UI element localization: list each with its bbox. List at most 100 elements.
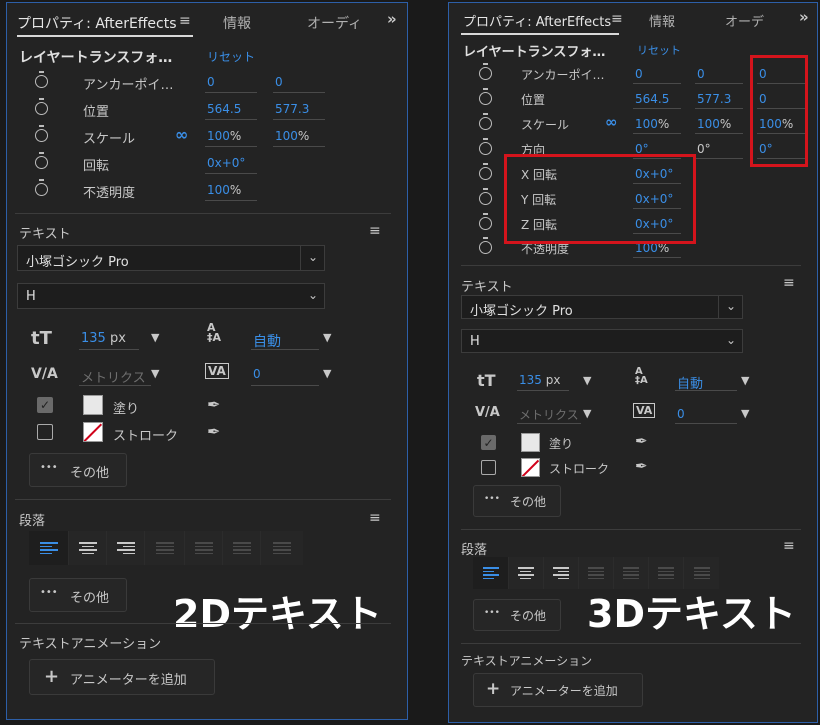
panel-overflow-icon[interactable]: » — [387, 10, 397, 28]
stroke-checkbox[interactable] — [481, 460, 496, 475]
justify-last-center-button[interactable] — [185, 531, 223, 565]
font-size-value[interactable]: 135 px — [519, 373, 560, 387]
justify-all-button[interactable] — [261, 531, 303, 565]
align-center-button[interactable] — [509, 557, 544, 589]
anchor-point-y[interactable]: 0 — [275, 75, 283, 89]
stopwatch-icon[interactable] — [479, 237, 492, 254]
paragraph-section-menu-icon[interactable]: ≡ — [783, 538, 795, 554]
scale-x[interactable]: 100% — [207, 129, 241, 143]
dropdown-triangle-icon[interactable]: ▼ — [741, 374, 749, 387]
stopwatch-icon[interactable] — [479, 213, 492, 230]
stroke-checkbox[interactable] — [37, 424, 53, 440]
eyedropper-icon[interactable]: ✒ — [207, 422, 220, 441]
tab-audio[interactable]: オーデ — [725, 11, 764, 30]
paragraph-section-title: 段落 — [19, 514, 46, 529]
tab-info[interactable]: 情報 — [223, 13, 251, 33]
position-x[interactable]: 564.5 — [635, 92, 669, 106]
fill-checkbox[interactable]: ✓ — [481, 435, 496, 450]
kerning-value[interactable]: メトリクス — [81, 367, 151, 386]
eyedropper-icon[interactable]: ✒ — [635, 457, 648, 475]
stopwatch-icon[interactable] — [479, 113, 492, 130]
link-icon[interactable]: ∞ — [605, 113, 618, 131]
tab-info[interactable]: 情報 — [649, 11, 675, 30]
font-size-value[interactable]: 135 px — [81, 331, 126, 346]
align-center-icon — [518, 565, 534, 581]
opacity-value[interactable]: 100% — [207, 183, 241, 197]
scale-y[interactable]: 100% — [275, 129, 309, 143]
dropdown-triangle-icon[interactable]: ▼ — [151, 331, 159, 344]
transform-section-title: レイヤートランスフォ… — [463, 45, 606, 60]
text-more-button[interactable]: ••• その他 — [29, 453, 127, 487]
paragraph-section-menu-icon[interactable]: ≡ — [369, 510, 381, 526]
dropdown-triangle-icon[interactable]: ▼ — [583, 374, 591, 387]
panel-overflow-icon[interactable]: » — [799, 8, 809, 26]
dropdown-triangle-icon[interactable]: ▼ — [583, 407, 591, 420]
eyedropper-icon[interactable]: ✒ — [635, 432, 648, 450]
link-icon[interactable]: ∞ — [175, 125, 188, 144]
fill-swatch[interactable] — [521, 433, 540, 452]
scale-y[interactable]: 100% — [697, 117, 731, 131]
add-animator-label: アニメーターを追加 — [70, 673, 187, 688]
orientation-y[interactable]: 0° — [697, 142, 711, 156]
font-style-dropdown[interactable]: H ⌄ — [461, 329, 743, 353]
tab-properties[interactable]: プロパティ: AfterEffects — [17, 13, 177, 33]
anchor-point-x[interactable]: 0 — [635, 67, 643, 81]
align-right-button[interactable] — [544, 557, 579, 589]
stopwatch-icon[interactable] — [35, 125, 48, 142]
text-section-menu-icon[interactable]: ≡ — [783, 275, 795, 291]
fill-swatch[interactable] — [83, 395, 103, 415]
justify-last-left-button[interactable] — [145, 531, 185, 565]
justify-all-icon — [273, 540, 291, 556]
tracking-value[interactable]: 0 — [677, 407, 685, 421]
anchor-point-y[interactable]: 0 — [697, 67, 705, 81]
chevron-down-icon: ⌄ — [725, 333, 736, 347]
stopwatch-icon[interactable] — [35, 71, 48, 88]
font-style-dropdown[interactable]: H ⌄ — [17, 283, 325, 309]
align-right-button[interactable] — [107, 531, 145, 565]
reset-link[interactable]: リセット — [637, 42, 681, 58]
rotation-value[interactable]: 0x+0° — [207, 156, 245, 170]
paragraph-more-button[interactable]: ••• その他 — [473, 599, 561, 631]
stopwatch-icon[interactable] — [479, 88, 492, 105]
dropdown-triangle-icon[interactable]: ▼ — [741, 407, 749, 420]
text-section-menu-icon[interactable]: ≡ — [369, 223, 381, 239]
tab-properties[interactable]: プロパティ: AfterEffects — [463, 11, 611, 30]
tracking-value[interactable]: 0 — [253, 367, 261, 381]
text-more-button[interactable]: ••• その他 — [473, 485, 561, 517]
position-y[interactable]: 577.3 — [697, 92, 731, 106]
fill-checkbox[interactable]: ✓ — [37, 397, 53, 413]
stroke-swatch[interactable] — [83, 422, 103, 442]
dropdown-triangle-icon[interactable]: ▼ — [323, 367, 331, 380]
stopwatch-icon[interactable] — [35, 152, 48, 169]
paragraph-more-button[interactable]: ••• その他 — [29, 578, 127, 612]
eyedropper-icon[interactable]: ✒ — [207, 395, 220, 414]
stopwatch-icon[interactable] — [35, 179, 48, 196]
panel-menu-icon[interactable]: ≡ — [179, 13, 191, 29]
reset-link[interactable]: リセット — [207, 48, 255, 65]
stopwatch-icon[interactable] — [479, 63, 492, 80]
stopwatch-icon[interactable] — [479, 188, 492, 205]
scale-x[interactable]: 100% — [635, 117, 669, 131]
dropdown-triangle-icon[interactable]: ▼ — [151, 367, 159, 380]
add-animator-button[interactable]: + アニメーターを追加 — [29, 659, 215, 695]
justify-last-right-button[interactable] — [223, 531, 261, 565]
dropdown-triangle-icon[interactable]: ▼ — [323, 331, 331, 344]
tab-audio[interactable]: オーディ — [307, 13, 362, 33]
align-left-button[interactable] — [29, 531, 69, 565]
panel-menu-icon[interactable]: ≡ — [611, 11, 623, 27]
align-center-button[interactable] — [69, 531, 107, 565]
kerning-value[interactable]: メトリクス — [519, 406, 581, 423]
stroke-swatch[interactable] — [521, 458, 540, 477]
position-y[interactable]: 577.3 — [275, 102, 309, 116]
stopwatch-icon[interactable] — [35, 98, 48, 115]
chevron-down-icon: ⌄ — [307, 288, 318, 302]
anchor-point-x[interactable]: 0 — [207, 75, 215, 89]
font-family-dropdown[interactable]: 小塚ゴシック Pro ⌄ — [461, 295, 743, 319]
position-x[interactable]: 564.5 — [207, 102, 241, 116]
align-left-button[interactable] — [473, 557, 509, 589]
stopwatch-icon[interactable] — [479, 138, 492, 155]
font-family-dropdown[interactable]: 小塚ゴシック Pro ⌄ — [17, 245, 325, 271]
leading-value[interactable]: 自動 — [253, 331, 281, 351]
add-animator-button[interactable]: + アニメーターを追加 — [473, 673, 643, 707]
stopwatch-icon[interactable] — [479, 163, 492, 180]
